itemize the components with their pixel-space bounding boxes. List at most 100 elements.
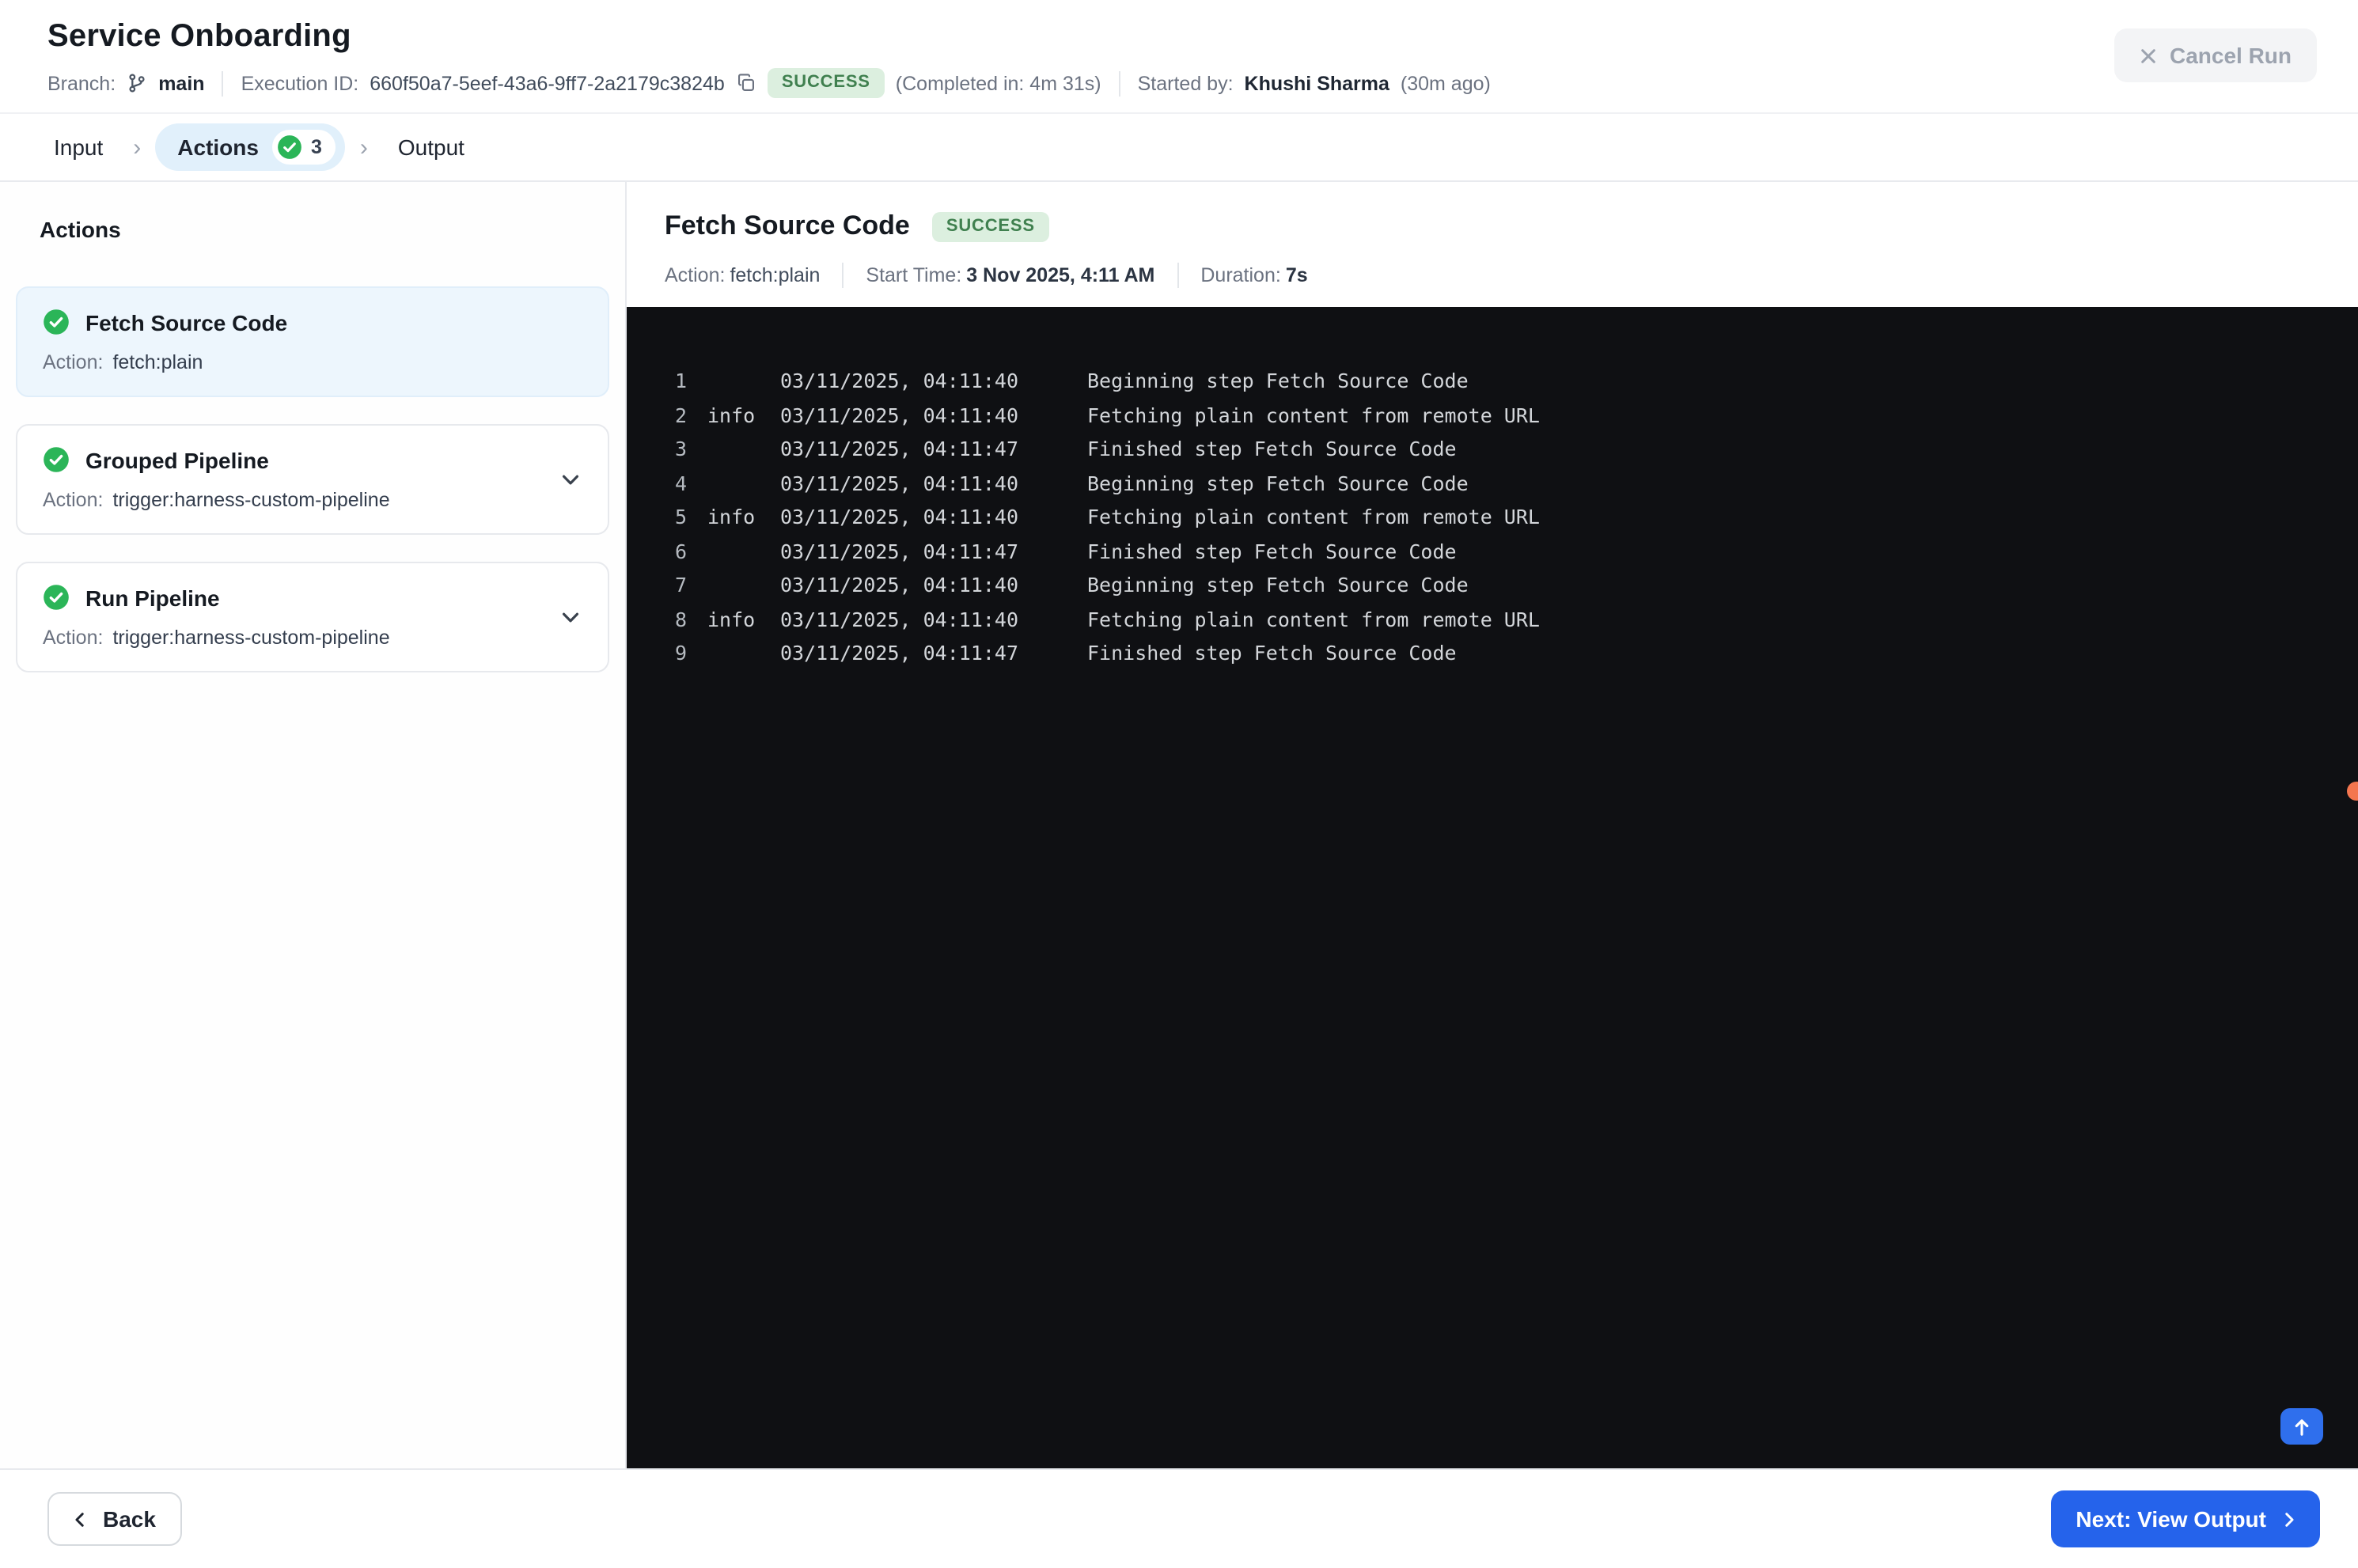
log-line: 8 info 03/11/2025, 04:11:40 Fetching plain … (646, 602, 2326, 636)
action-label: Action: (43, 627, 104, 649)
check-circle-icon (279, 135, 302, 159)
detail-duration: Duration: 7s (1200, 264, 1307, 286)
log-line-number: 7 (674, 573, 687, 597)
status-badge: SUCCESS (767, 68, 885, 98)
check-circle-icon (44, 309, 69, 335)
action-card-meta: Action: trigger:harness-custom-pipeline (43, 627, 582, 649)
next-view-output-button[interactable]: Next: View Output (2050, 1490, 2320, 1547)
chevron-down-icon[interactable] (559, 468, 582, 491)
action-card-run-pipeline[interactable]: Run Pipeline Action: trigger:harness-cust… (16, 562, 609, 672)
log-line-number: 4 (674, 471, 687, 494)
next-label: Next: View Output (2076, 1506, 2266, 1532)
action-card-fetch-source-code[interactable]: Fetch Source Code Action: fetch:plain (16, 286, 609, 397)
log-level (707, 466, 761, 500)
log-timestamp: 03/11/2025, 04:11:47 (780, 539, 1019, 562)
tab-label: Input (54, 134, 104, 160)
log-line-number: 3 (674, 437, 687, 460)
log-level: info (707, 505, 756, 528)
log-message: Fetching plain content from remote URL (1087, 403, 1540, 426)
log-line: 7 03/11/2025, 04:11:40 Beginning step Fetc… (646, 568, 2326, 602)
action-label: Action: (43, 489, 104, 511)
log-line-number: 8 (674, 607, 687, 631)
log-message: Finished step Fetch Source Code (1087, 539, 1457, 562)
log-message: Beginning step Fetch Source Code (1087, 573, 1469, 597)
action-card-meta: Action: fetch:plain (43, 351, 582, 373)
chevron-right-icon: › (359, 134, 368, 161)
log-level (707, 534, 761, 568)
header-left: Service Onboarding Branch: main Executio… (47, 19, 1491, 98)
detail-action-label: Action: (665, 264, 726, 286)
content-body: Actions Fetch Source Code Action: fetch:p… (0, 182, 2358, 1468)
completed-in-text: (Completed in: 4m 31s) (895, 72, 1101, 94)
log-line-number: 9 (674, 641, 687, 665)
detail-panel: Fetch Source Code SUCCESS Action: fetch:p… (627, 182, 2358, 1468)
log-level: info (707, 403, 756, 426)
git-branch-icon (127, 73, 147, 93)
back-button[interactable]: Back (47, 1492, 183, 1546)
action-card-header: Run Pipeline (43, 584, 582, 611)
duration-label: Duration: (1200, 264, 1281, 286)
check-circle-icon (44, 447, 69, 472)
action-card-list: Fetch Source Code Action: fetch:plain Gro… (16, 286, 609, 672)
branch-label: Branch: (47, 72, 116, 94)
log-level (707, 568, 761, 602)
log-message: Finished step Fetch Source Code (1087, 641, 1457, 665)
log-message: Fetching plain content from remote URL (1087, 505, 1540, 528)
log-line-number: 6 (674, 539, 687, 562)
detail-action: Action: fetch:plain (665, 264, 820, 286)
detail-status-badge: SUCCESS (931, 211, 1049, 241)
action-card-header: Grouped Pipeline (43, 446, 582, 473)
chevron-left-icon (75, 1512, 84, 1526)
action-card-grouped-pipeline[interactable]: Grouped Pipeline Action: trigger:harness-… (16, 424, 609, 535)
log-line: 4 03/11/2025, 04:11:40 Beginning step Fetc… (646, 466, 2326, 500)
back-label: Back (103, 1506, 156, 1532)
divider (1118, 70, 1120, 96)
actions-sidebar: Actions Fetch Source Code Action: fetch:p… (0, 182, 627, 1468)
chevron-right-icon (2285, 1512, 2294, 1526)
execution-meta-row: Branch: main Execution ID: 660f50a7-5eef… (47, 68, 1491, 98)
copy-icon[interactable] (736, 73, 756, 93)
log-line: 1 03/11/2025, 04:11:40 Beginning step Fetc… (646, 364, 2326, 398)
scroll-to-top-button[interactable] (2280, 1408, 2323, 1445)
log-message: Beginning step Fetch Source Code (1087, 471, 1469, 494)
log-line: 6 03/11/2025, 04:11:47 Finished step Fetch… (646, 534, 2326, 568)
sidebar-title: Actions (40, 217, 121, 242)
step-count: 3 (310, 135, 322, 158)
divider (222, 70, 224, 96)
log-level (707, 364, 761, 398)
execution-id-label: Execution ID: (241, 72, 359, 94)
log-message: Finished step Fetch Source Code (1087, 437, 1457, 460)
detail-action-value: fetch:plain (730, 264, 821, 286)
chevron-right-icon: › (133, 134, 142, 161)
log-timestamp: 03/11/2025, 04:11:40 (780, 369, 1019, 392)
log-level (707, 432, 761, 466)
log-line-number: 1 (674, 369, 687, 392)
tab-input[interactable]: Input (38, 125, 119, 169)
cancel-run-button[interactable]: Cancel Run (2113, 28, 2317, 82)
log-message: Fetching plain content from remote URL (1087, 607, 1540, 631)
action-value: trigger:harness-custom-pipeline (112, 627, 390, 649)
log-console[interactable]: 1 03/11/2025, 04:11:40 Beginning step Fetc… (627, 307, 2358, 1468)
close-icon (2140, 47, 2157, 64)
action-label: Action: (43, 351, 104, 373)
header: Service Onboarding Branch: main Executio… (0, 0, 2358, 112)
log-line: 9 03/11/2025, 04:11:47 Finished step Fetch… (646, 636, 2326, 670)
tab-label: Output (397, 134, 464, 160)
start-time-value: 3 Nov 2025, 4:11 AM (966, 264, 1155, 286)
log-timestamp: 03/11/2025, 04:11:40 (780, 505, 1019, 528)
started-by-name: Khushi Sharma (1244, 72, 1389, 94)
log-line-number: 2 (674, 403, 687, 426)
action-card-meta: Action: trigger:harness-custom-pipeline (43, 489, 582, 511)
tab-output[interactable]: Output (382, 125, 480, 169)
page-title: Service Onboarding (47, 19, 351, 54)
chevron-down-icon[interactable] (559, 605, 582, 629)
step-count-badge: 3 (272, 130, 336, 165)
log-line: 5 info 03/11/2025, 04:11:40 Fetching plain … (646, 500, 2326, 534)
action-name: Fetch Source Code (85, 309, 288, 335)
branch-name: main (158, 72, 205, 94)
action-value: fetch:plain (112, 351, 203, 373)
action-name: Run Pipeline (85, 585, 220, 610)
started-by-ago: (30m ago) (1400, 72, 1491, 94)
log-line: 3 03/11/2025, 04:11:47 Finished step Fetch… (646, 432, 2326, 466)
tab-actions[interactable]: Actions 3 (155, 123, 346, 171)
